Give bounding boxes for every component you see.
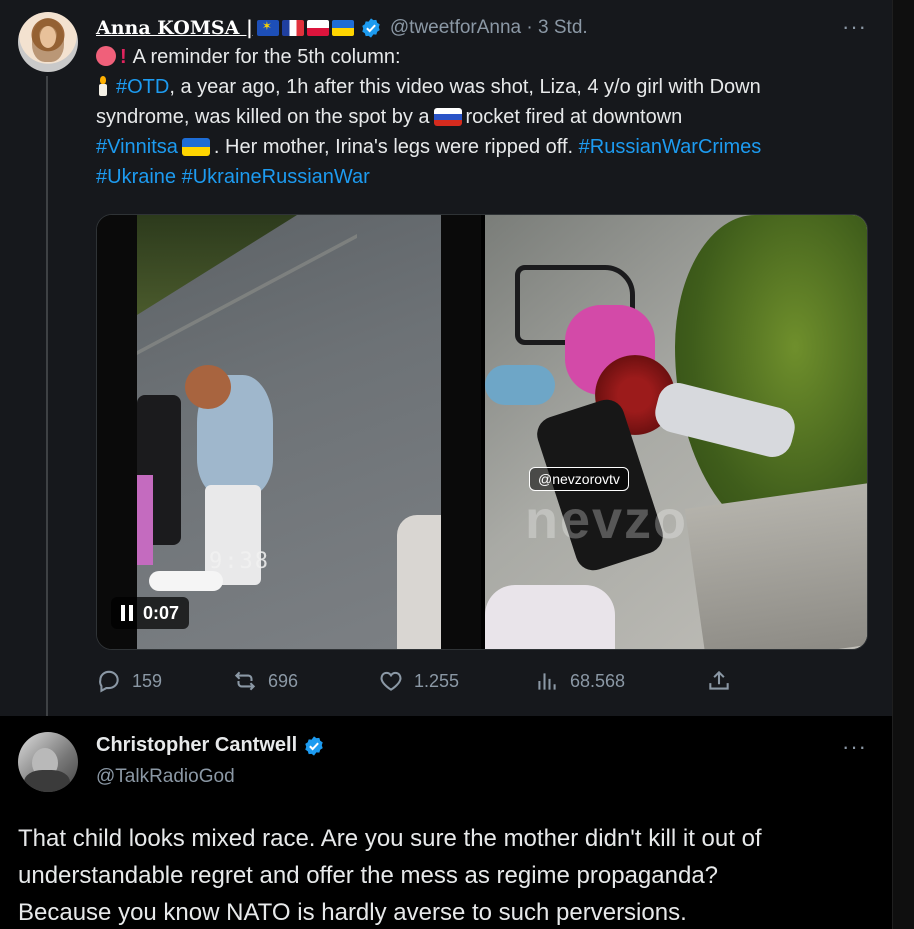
reply-text-line: Because you know NATO is hardly averse t… [18, 899, 687, 926]
exclamation-emoji-icon: ! [120, 46, 127, 68]
reply-tweet[interactable]: Christopher Cantwell @TalkRadioGod ··· T… [0, 716, 892, 929]
tweet-actions: 159 696 1.255 68.568 [96, 668, 736, 698]
tweet-text-line: syndrome, was killed on the spot by a roc… [96, 102, 876, 132]
text-segment: . Her mother, Irina's legs were ripped o… [213, 136, 574, 158]
photo-image[interactable]: nevzo @nevzorovtv [485, 215, 867, 649]
video-frame-girl-shoes [149, 571, 223, 591]
hashtag-link[interactable]: #Ukraine [96, 166, 176, 188]
reply-author-row: Christopher Cantwell [96, 734, 325, 757]
pause-icon[interactable] [121, 605, 133, 621]
share-action[interactable] [706, 668, 732, 694]
tweet-text-line: #Ukraine #UkraineRussianWar [96, 162, 876, 192]
thread-connector-line [46, 76, 48, 726]
photo-watermark-tag: @nevzorovtv [529, 467, 629, 491]
hashtag-link[interactable]: #UkraineRussianWar [182, 166, 370, 188]
avatar-face [40, 26, 56, 48]
reply-icon[interactable] [96, 668, 122, 694]
author-handle[interactable]: @TalkRadioGod [96, 766, 235, 788]
media-grid: 9:38 0:07 nevzo @nevzorovtv [96, 214, 868, 650]
video-elapsed-time: 0:07 [143, 602, 180, 623]
avatar-body [24, 770, 70, 792]
hashtag-link[interactable]: #Vinnitsa [96, 136, 178, 158]
views-chart-icon[interactable] [534, 668, 560, 694]
reply-text-line: understandable regret and offer the mess… [18, 862, 719, 889]
text-segment: rocket fired at downtown [465, 106, 683, 128]
heart-icon[interactable] [378, 668, 404, 694]
verified-badge-icon[interactable] [303, 735, 325, 757]
verified-badge-icon[interactable] [360, 17, 382, 39]
author-display-name[interactable]: Anna KOMSA | [96, 17, 253, 39]
share-icon[interactable] [706, 668, 732, 694]
views-action[interactable]: 68.568 [534, 668, 625, 694]
candle-emoji-icon [96, 76, 110, 96]
tweet-text-line: #Vinnitsa . Her mother, Irina's legs were… [96, 132, 876, 162]
view-count: 68.568 [570, 670, 626, 691]
parent-tweet[interactable]: Anna KOMSA | @tweetforAnna · 3 Std. ··· … [0, 0, 892, 726]
tweet-text-line: #OTD, a year ago, 1h after this video wa… [96, 72, 876, 102]
video-controls[interactable]: 0:07 [111, 597, 190, 629]
video-frame-adult-pink [137, 475, 153, 565]
reply-count: 159 [132, 670, 163, 691]
avatar-christopher[interactable] [18, 732, 78, 792]
avatar-anna[interactable] [18, 12, 78, 72]
russia-flag-emoji-icon [433, 108, 462, 126]
like-action[interactable]: 1.255 [378, 668, 459, 694]
text-segment: , a year ago, 1h after this video was sh… [169, 76, 761, 98]
flag-emojis [256, 20, 354, 36]
video-player[interactable]: 9:38 0:07 [97, 215, 481, 649]
reply-text-line: That child looks mixed race. Are you sur… [18, 825, 762, 852]
poland-flag-icon [306, 20, 329, 36]
reply-text: That child looks mixed race. Are you sur… [18, 820, 878, 929]
photo-blue-clothing [485, 365, 555, 405]
handle-separator: · [526, 17, 533, 38]
photo-curb [684, 482, 867, 649]
photo-bottom-item [485, 585, 615, 649]
more-options-icon[interactable]: ··· [842, 14, 867, 40]
repost-action[interactable]: 696 [232, 668, 298, 694]
repost-icon[interactable] [232, 668, 258, 694]
author-display-name[interactable]: Christopher Cantwell [96, 734, 297, 757]
repost-count: 696 [268, 670, 299, 691]
like-count: 1.255 [414, 670, 460, 691]
tweet-timestamp[interactable]: 3 Std. [538, 17, 588, 38]
text-segment: A reminder for the 5th column: [132, 46, 401, 68]
page-scrollbar[interactable] [892, 0, 914, 929]
france-flag-icon [281, 20, 304, 36]
video-frame-girl-head [185, 365, 231, 409]
video-frame-adult-right [397, 515, 441, 649]
text-segment: syndrome, was killed on the spot by a [96, 106, 430, 128]
author-handle[interactable]: @tweetforAnna · 3 Std. [390, 17, 588, 39]
photo-watermark-large: nevzo [525, 490, 689, 550]
handle-text[interactable]: @tweetforAnna [390, 17, 521, 38]
hashtag-link[interactable]: #RussianWarCrimes [579, 136, 762, 158]
eu-flag-icon [256, 20, 279, 36]
reply-action[interactable]: 159 [96, 668, 162, 694]
hashtag-link[interactable]: #OTD [116, 76, 169, 98]
tweet-text: ! A reminder for the 5th column: #OTD, a … [96, 42, 876, 192]
tweet-header: Anna KOMSA | @tweetforAnna · 3 Std. [96, 14, 588, 42]
tweet-text-line: ! A reminder for the 5th column: [96, 42, 876, 72]
burned-in-timecode: 9:38 [209, 549, 270, 574]
more-options-icon[interactable]: ··· [842, 734, 867, 760]
red-circle-emoji-icon [96, 46, 116, 66]
ukraine-flag-emoji-icon [181, 138, 210, 156]
ukraine-flag-icon [331, 20, 354, 36]
